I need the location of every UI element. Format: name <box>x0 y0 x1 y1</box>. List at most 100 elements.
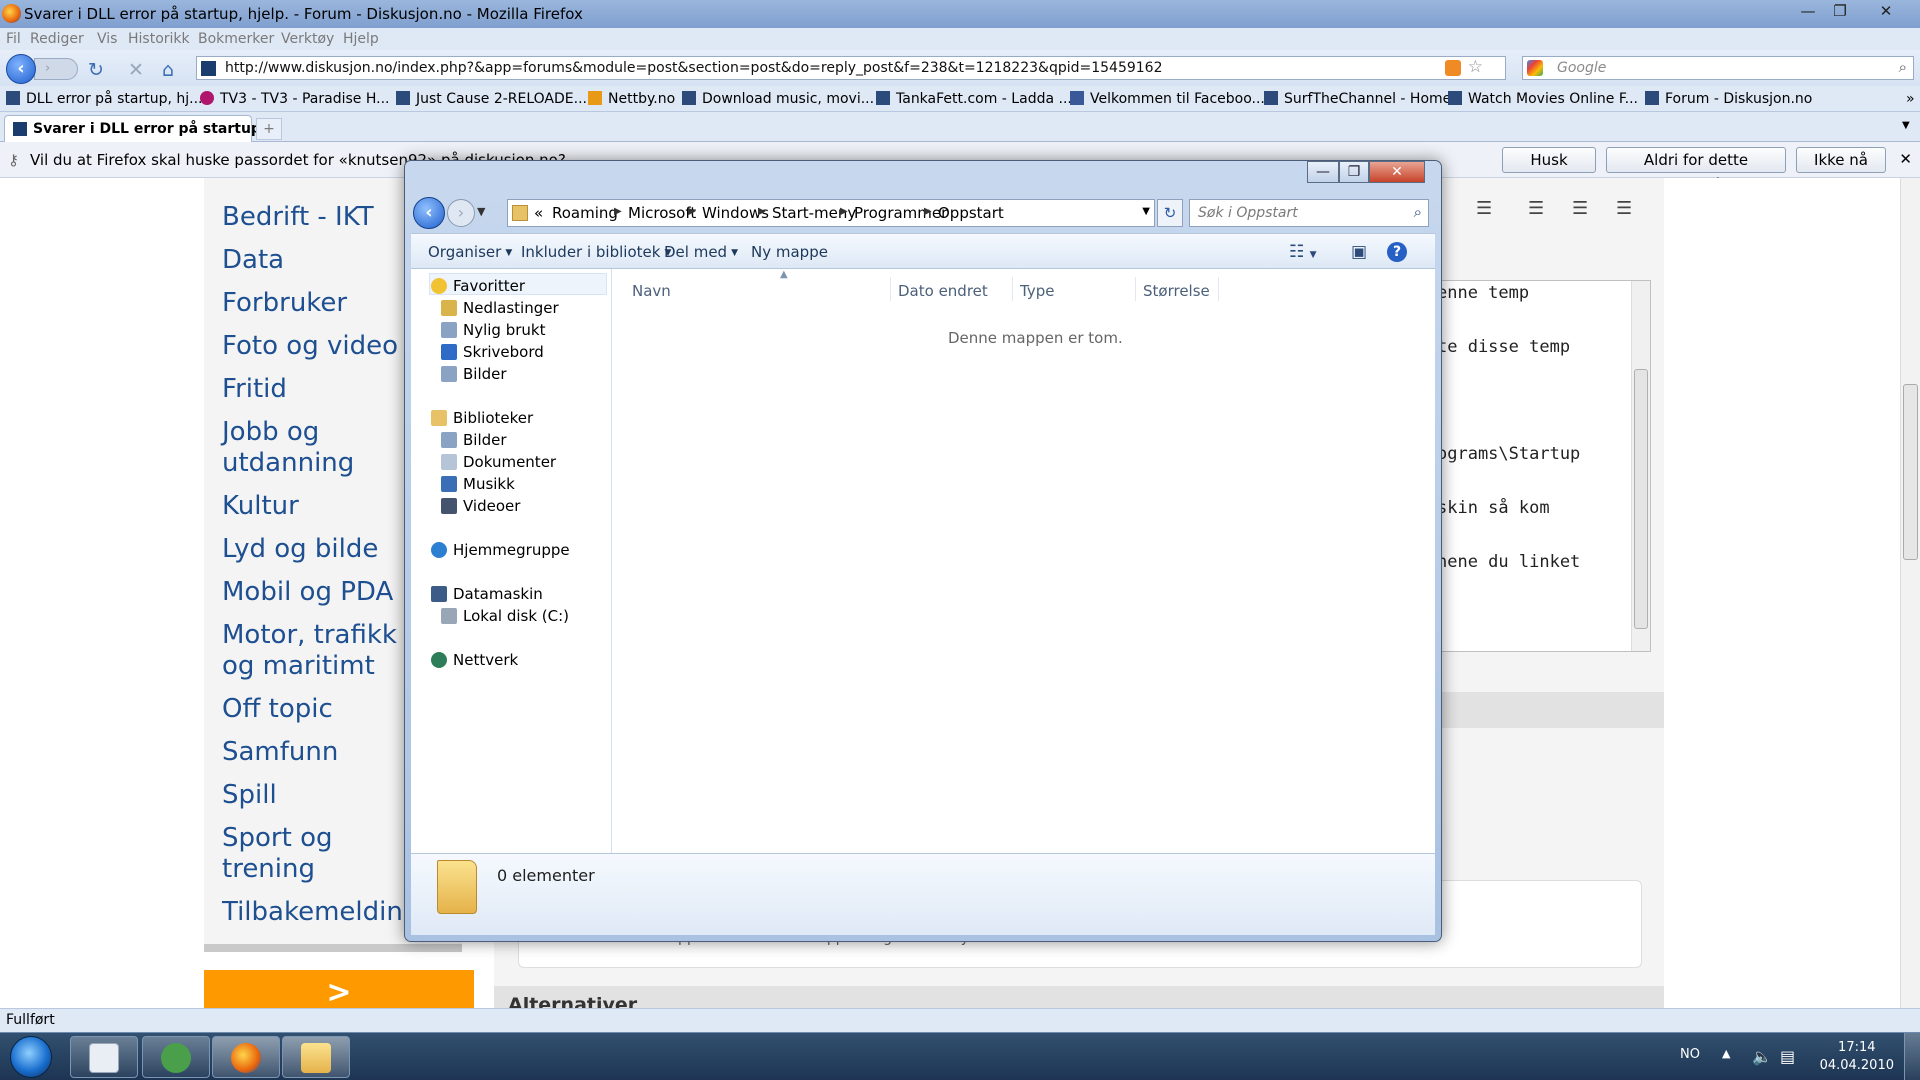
category-link[interactable]: Lyd og bilde <box>222 534 378 565</box>
nav-network[interactable]: Nettverk <box>431 651 518 669</box>
category-link[interactable]: Motor, trafikk <box>222 620 397 651</box>
search-icon[interactable]: ⌕ <box>1414 203 1422 221</box>
search-icon[interactable]: ⌕ <box>1899 58 1907 76</box>
help-icon[interactable]: ? <box>1387 242 1407 262</box>
menu-view[interactable]: Vis <box>97 31 117 47</box>
align-center-icon[interactable]: ☰ <box>1572 198 1588 219</box>
organize-button[interactable]: Organiser ▼ <box>428 243 512 261</box>
explorer-minimize-button[interactable]: — <box>1307 161 1339 183</box>
new-folder-button[interactable]: Ny mappe <box>751 243 828 261</box>
recent-pages-icon[interactable]: ▼ <box>477 205 485 218</box>
bookmark-item[interactable]: Download music, movi... <box>682 91 874 107</box>
column-separator[interactable] <box>890 277 891 301</box>
taskbar-messenger[interactable] <box>142 1036 210 1078</box>
column-date-modified[interactable]: Dato endret <box>898 282 988 300</box>
column-size[interactable]: Størrelse <box>1143 282 1210 300</box>
never-for-site-button[interactable]: Aldri for dette nettstedet <box>1606 147 1786 193</box>
breadcrumb-segment-current[interactable]: Oppstart <box>938 204 1004 222</box>
category-link[interactable]: Forbruker <box>222 288 347 319</box>
breadcrumb-arrow-icon[interactable]: ▶ <box>614 206 622 217</box>
network-tray-icon[interactable]: ▤ <box>1780 1047 1795 1066</box>
show-desktop-button[interactable] <box>1904 1033 1920 1080</box>
forward-button[interactable]: › <box>34 58 78 80</box>
nav-homegroup[interactable]: Hjemmegruppe <box>431 541 570 559</box>
column-name[interactable]: Navn <box>632 282 671 300</box>
taskbar-notepad[interactable] <box>70 1036 138 1078</box>
reload-icon[interactable]: ↻ <box>88 59 104 81</box>
home-icon[interactable]: ⌂ <box>162 59 174 81</box>
nav-videos[interactable]: Videoer <box>441 497 520 515</box>
breadcrumb-arrow-icon[interactable]: ▶ <box>840 206 848 217</box>
page-scrollbar[interactable] <box>1900 178 1920 1008</box>
menu-bookmarks[interactable]: Bokmerker <box>198 31 274 47</box>
nav-favorites[interactable]: Favoritter <box>431 277 525 295</box>
column-type[interactable]: Type <box>1020 282 1054 300</box>
taskbar-firefox[interactable] <box>212 1036 280 1078</box>
category-link[interactable]: Off topic <box>222 694 333 725</box>
url-bar[interactable]: http://www.diskusjon.no/index.php?&app=f… <box>196 56 1506 80</box>
align-right-icon[interactable]: ☰ <box>1616 198 1632 219</box>
explorer-search-input[interactable]: Søk i Oppstart ⌕ <box>1189 199 1429 227</box>
nav-pictures-fav[interactable]: Bilder <box>441 365 507 383</box>
back-button[interactable]: ‹ <box>6 54 36 84</box>
nav-desktop[interactable]: Skrivebord <box>441 343 544 361</box>
bookmark-item[interactable]: TV3 - TV3 - Paradise H... <box>200 91 389 107</box>
align-left-icon[interactable]: ☰ <box>1528 198 1544 219</box>
breadcrumb-arrow-icon[interactable]: ▶ <box>758 206 766 217</box>
nav-recent[interactable]: Nylig brukt <box>441 321 546 339</box>
editor-scrollbar[interactable] <box>1631 281 1650 651</box>
url-text[interactable]: http://www.diskusjon.no/index.php?&app=f… <box>225 60 1163 76</box>
editor-scroll-thumb[interactable] <box>1634 369 1648 629</box>
category-link[interactable]: Tilbakemelding <box>222 897 419 928</box>
bookmark-item[interactable]: Nettby.no <box>588 91 675 107</box>
menu-help[interactable]: Hjelp <box>343 31 379 47</box>
nav-libraries[interactable]: Biblioteker <box>431 409 533 427</box>
orange-next-button[interactable]: > <box>204 970 474 1008</box>
breadcrumb-segment[interactable]: Programmer <box>854 204 947 222</box>
column-separator[interactable] <box>1135 277 1136 301</box>
clock[interactable]: 17:14 04.04.2010 <box>1820 1039 1894 1075</box>
menu-file[interactable]: Fil <box>6 31 21 47</box>
category-link[interactable]: Foto og video <box>222 331 398 362</box>
share-with-button[interactable]: Del med ▼ <box>664 243 738 261</box>
category-link[interactable]: Jobb og <box>222 417 319 448</box>
bookmark-item[interactable]: Watch Movies Online F... <box>1448 91 1638 107</box>
category-link[interactable]: Kultur <box>222 491 299 522</box>
category-link[interactable]: Mobil og PDA <box>222 577 393 608</box>
breadcrumb[interactable]: « Roaming ▶ Microsoft ▶ Windows ▶ Start-… <box>507 199 1155 227</box>
address-dropdown-icon[interactable]: ▼ <box>1142 206 1150 217</box>
tray-expand-icon[interactable]: ▲ <box>1722 1047 1730 1060</box>
explorer-maximize-button[interactable]: ❐ <box>1339 161 1369 183</box>
bookmarks-overflow-icon[interactable]: » <box>1906 91 1915 107</box>
page-scroll-thumb[interactable] <box>1903 384 1918 560</box>
bookmark-item[interactable]: TankaFett.com - Ladda ... <box>876 91 1072 107</box>
breadcrumb-overflow[interactable]: « <box>534 204 543 222</box>
category-link[interactable]: Data <box>222 245 284 276</box>
bookmark-item[interactable]: Forum - Diskusjon.no <box>1645 91 1812 107</box>
column-separator[interactable] <box>1218 277 1219 301</box>
minimize-button[interactable]: — <box>1790 0 1826 22</box>
menu-edit[interactable]: Rediger <box>30 31 84 47</box>
tab-current[interactable]: Svarer i DLL error på startup,... <box>4 115 282 142</box>
maximize-button[interactable]: ❐ <box>1822 0 1858 22</box>
start-button[interactable] <box>10 1036 52 1078</box>
bookmark-item[interactable]: DLL error på startup, hj... <box>6 91 202 107</box>
explorer-back-button[interactable]: ‹ <box>413 197 445 229</box>
language-indicator[interactable]: NO <box>1680 1047 1700 1062</box>
breadcrumb-segment[interactable]: Roaming <box>552 204 618 222</box>
category-link[interactable]: Samfunn <box>222 737 338 768</box>
nav-computer[interactable]: Datamaskin <box>431 585 543 603</box>
bookmark-item[interactable]: Velkommen til Faceboo... <box>1070 91 1265 107</box>
explorer-close-button[interactable]: ✕ <box>1369 161 1425 183</box>
refresh-button[interactable]: ↻ <box>1157 199 1183 227</box>
volume-icon[interactable]: 🔈 <box>1752 1047 1772 1066</box>
breadcrumb-arrow-icon[interactable]: ▶ <box>924 206 932 217</box>
tab-list-icon[interactable]: ▼ <box>1902 120 1910 131</box>
close-notification-icon[interactable]: ✕ <box>1899 150 1912 168</box>
bookmark-item[interactable]: Just Cause 2-RELOADE... <box>396 91 587 107</box>
close-window-button[interactable]: ✕ <box>1868 0 1904 22</box>
nav-pictures[interactable]: Bilder <box>441 431 507 449</box>
nav-local-disk[interactable]: Lokal disk (C:) <box>441 607 569 625</box>
breadcrumb-arrow-icon[interactable]: ▶ <box>688 206 696 217</box>
stop-icon[interactable]: ✕ <box>128 59 144 81</box>
